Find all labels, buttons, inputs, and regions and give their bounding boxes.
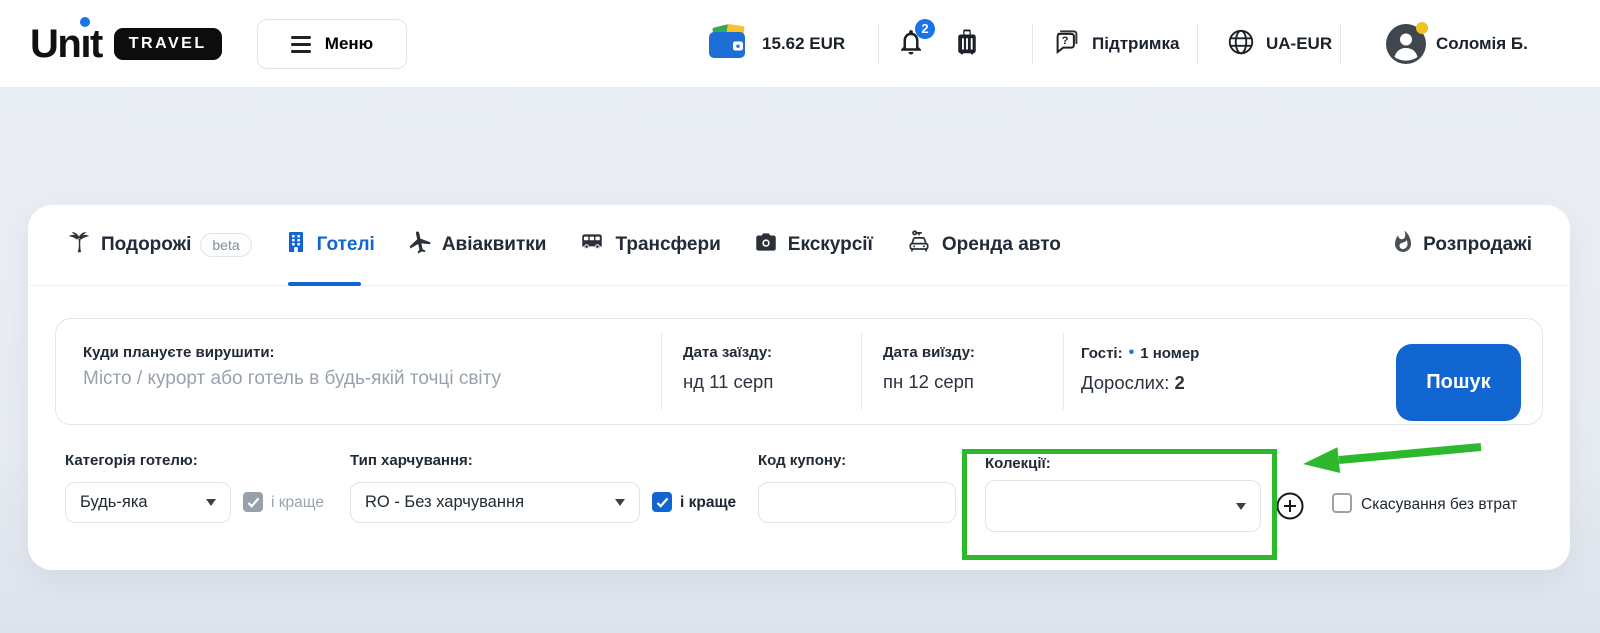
airplane-icon: [407, 229, 433, 261]
support-label: Підтримка: [1092, 34, 1179, 54]
username: Соломія Б.: [1436, 34, 1528, 54]
tab-label: Подорожі: [101, 234, 191, 256]
brand-badge: TRAVEL: [114, 28, 222, 60]
avatar: [1386, 24, 1426, 64]
tab-label: Трансфери: [615, 234, 720, 256]
add-filter-button[interactable]: [1276, 492, 1304, 520]
header-divider: [1032, 24, 1033, 64]
tab-label: Готелі: [317, 234, 375, 256]
notifications-count-badge: 2: [915, 19, 935, 39]
bus-icon: [578, 229, 606, 261]
destination-field[interactable]: Куди плануєте вирушити:: [56, 319, 661, 424]
product-tabs: Подорожі beta Готелі Авіаквитки: [28, 205, 1570, 286]
hotel-category-value: Будь-яка: [80, 493, 148, 512]
brand-un: Un: [30, 22, 80, 66]
luggage-icon: [952, 26, 982, 63]
locale-currency-button[interactable]: UA-EUR: [1226, 0, 1332, 88]
brand-logo[interactable]: Unıt TRAVEL: [30, 0, 222, 88]
category-and-better-checkbox[interactable]: [243, 492, 263, 512]
meal-and-better-checkbox[interactable]: [652, 492, 672, 512]
category-and-better-label[interactable]: і краще: [271, 494, 324, 512]
tab-flights[interactable]: Авіаквитки: [407, 205, 547, 285]
hotel-category-select[interactable]: Будь-яка: [65, 482, 231, 523]
tab-transfers[interactable]: Трансфери: [578, 205, 720, 285]
sales-link[interactable]: Розпродажі: [1391, 205, 1532, 285]
meal-and-better-label[interactable]: і краще: [680, 494, 736, 512]
brand-name: Unıt: [30, 24, 102, 64]
trips-luggage-button[interactable]: [952, 0, 982, 88]
coupon-code-input[interactable]: [758, 482, 956, 523]
sales-label: Розпродажі: [1423, 234, 1532, 256]
header-divider: [1340, 24, 1341, 64]
tab-trips[interactable]: Подорожі beta: [66, 205, 252, 285]
hotel-category-label: Категорія готелю:: [65, 452, 198, 469]
destination-label: Куди плануєте вирушити:: [83, 344, 661, 361]
top-header: Unıt TRAVEL Меню 15.62 EUR 2: [0, 0, 1600, 88]
checkin-value: нд 11 серп: [683, 371, 861, 393]
support-button[interactable]: ? Підтримка: [1052, 0, 1179, 88]
checkin-field[interactable]: Дата заїзду: нд 11 серп: [661, 319, 861, 424]
status-dot: [1416, 22, 1428, 34]
wallet-balance-value: 15.62 EUR: [762, 34, 845, 54]
coupon-code-label: Код купону:: [758, 452, 846, 469]
meal-type-select[interactable]: RO - Без харчування: [350, 482, 640, 523]
building-icon: [284, 229, 308, 261]
notifications-button[interactable]: 2: [896, 0, 926, 88]
chevron-down-icon: [615, 499, 625, 506]
check-icon: [656, 497, 669, 508]
beta-badge: beta: [200, 233, 251, 257]
meal-type-value: RO - Без харчування: [365, 493, 524, 512]
flame-icon: [1391, 229, 1415, 261]
tab-excursions[interactable]: Екскурсії: [753, 205, 873, 285]
checkout-label: Дата виїзду:: [883, 344, 1063, 361]
check-icon: [247, 497, 260, 508]
tab-label: Авіаквитки: [442, 234, 547, 256]
search-card: Подорожі beta Готелі Авіаквитки: [28, 205, 1570, 570]
brand-dot-icon: [80, 17, 90, 27]
tab-label: Оренда авто: [942, 234, 1061, 256]
header-divider: [878, 24, 879, 64]
svg-text:?: ?: [1062, 35, 1069, 47]
palm-tree-icon: [66, 229, 92, 261]
tab-hotels[interactable]: Готелі: [284, 205, 375, 285]
wallet-balance[interactable]: 15.62 EUR: [706, 0, 845, 88]
tab-label: Екскурсії: [788, 234, 873, 256]
free-cancellation-label[interactable]: Скасування без втрат: [1361, 496, 1517, 514]
hamburger-icon: [291, 36, 311, 53]
tab-car-rental[interactable]: Оренда авто: [905, 205, 1061, 285]
free-cancellation-checkbox[interactable]: [1332, 493, 1352, 513]
checkout-field[interactable]: Дата виїзду: пн 12 серп: [861, 319, 1063, 424]
car-key-icon: [905, 229, 933, 261]
guests-label: Гості:: [1081, 345, 1123, 362]
collections-label: Колекції:: [985, 455, 1051, 472]
checkout-value: пн 12 серп: [883, 371, 1063, 393]
camera-icon: [753, 229, 779, 261]
chevron-down-icon: [1236, 503, 1246, 510]
guests-rooms-value: 1 номер: [1140, 345, 1199, 362]
menu-button-label: Меню: [325, 34, 373, 54]
adults-label: Дорослих:: [1081, 372, 1169, 393]
globe-icon: [1226, 27, 1256, 62]
collections-select[interactable]: [985, 480, 1261, 532]
meal-type-label: Тип харчування:: [350, 452, 473, 469]
wallet-icon: [706, 23, 752, 66]
checkin-label: Дата заїзду:: [683, 344, 861, 361]
search-button[interactable]: Пошук: [1396, 344, 1521, 421]
chevron-down-icon: [206, 499, 216, 506]
hotel-search-form: Куди плануєте вирушити: Дата заїзду: нд …: [55, 318, 1543, 425]
adults-value: 2: [1175, 372, 1185, 393]
user-account-button[interactable]: Соломія Б.: [1386, 0, 1528, 88]
menu-button[interactable]: Меню: [257, 19, 407, 69]
header-divider: [1197, 24, 1198, 64]
locale-value: UA-EUR: [1266, 34, 1332, 54]
destination-input[interactable]: [83, 368, 623, 390]
support-chat-icon: ?: [1052, 27, 1082, 62]
bullet-icon: •: [1129, 344, 1135, 362]
plus-circle-icon: [1276, 492, 1304, 520]
